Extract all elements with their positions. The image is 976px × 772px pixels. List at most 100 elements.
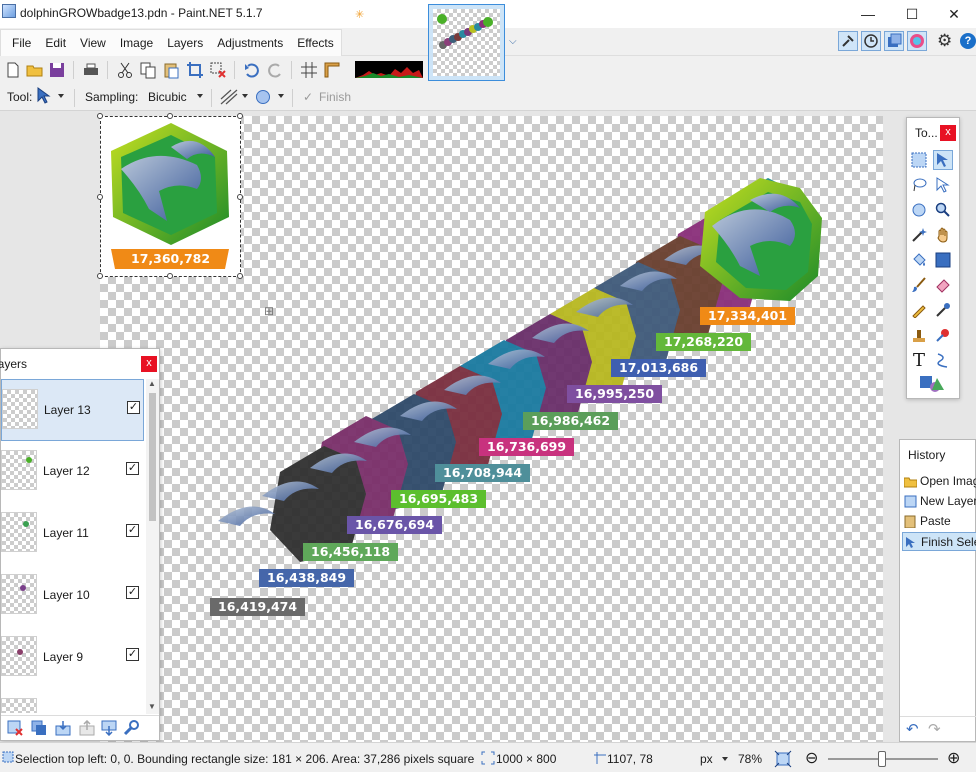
pencil-tool-icon[interactable] bbox=[909, 300, 929, 320]
zoom-slider-handle[interactable] bbox=[878, 751, 886, 767]
paintbrush-tool-icon[interactable] bbox=[909, 275, 929, 295]
layer-row[interactable]: Layer 9 ✓ bbox=[1, 627, 144, 689]
zoom-to-window-icon[interactable] bbox=[774, 750, 792, 768]
zoom-out-icon[interactable]: ⊖ bbox=[805, 748, 818, 768]
resize-handle[interactable] bbox=[167, 113, 173, 119]
antialiasing-icon[interactable] bbox=[220, 89, 238, 105]
minimize-button[interactable]: — bbox=[846, 0, 890, 28]
line-curve-tool-icon[interactable] bbox=[933, 350, 953, 370]
layers-window-toggle[interactable] bbox=[884, 31, 904, 51]
ellipse-select-tool-icon[interactable] bbox=[909, 200, 929, 220]
cut-icon[interactable] bbox=[116, 61, 134, 79]
zoom-tool-icon[interactable] bbox=[933, 200, 953, 220]
move-layer-up-icon[interactable] bbox=[79, 720, 95, 736]
resize-handle[interactable] bbox=[237, 194, 243, 200]
image-tab[interactable] bbox=[428, 4, 505, 81]
resize-handle[interactable] bbox=[97, 273, 103, 279]
duplicate-layer-icon[interactable] bbox=[31, 720, 47, 736]
layer-row[interactable] bbox=[1, 689, 144, 713]
close-window-button[interactable]: ✕ bbox=[932, 0, 976, 28]
zoom-value[interactable]: 78% bbox=[738, 752, 762, 766]
move-selection-tool-icon[interactable] bbox=[36, 87, 52, 105]
print-icon[interactable] bbox=[82, 61, 100, 79]
merge-layer-down-icon[interactable] bbox=[55, 720, 71, 736]
layer-row[interactable]: Layer 13 ✓ bbox=[1, 379, 144, 441]
recolor-tool-icon[interactable] bbox=[933, 325, 953, 345]
history-item[interactable]: New Layer bbox=[902, 492, 976, 511]
history-window-toggle[interactable] bbox=[861, 31, 881, 51]
resize-handle[interactable] bbox=[97, 194, 103, 200]
menu-file[interactable]: File bbox=[5, 36, 38, 50]
redo-icon[interactable] bbox=[266, 61, 284, 79]
layer-visibility-checkbox[interactable]: ✓ bbox=[127, 401, 140, 414]
history-item[interactable]: Open Image bbox=[902, 472, 976, 491]
layer-visibility-checkbox[interactable]: ✓ bbox=[126, 648, 139, 661]
chevron-down-icon[interactable] bbox=[58, 94, 64, 98]
magic-wand-tool-icon[interactable] bbox=[909, 225, 929, 245]
paste-icon[interactable] bbox=[162, 61, 180, 79]
delete-layer-icon[interactable] bbox=[7, 720, 23, 736]
chevron-down-icon[interactable] bbox=[242, 94, 248, 98]
move-selection-tool-icon[interactable] bbox=[933, 150, 953, 170]
color-picker-tool-icon[interactable] bbox=[933, 300, 953, 320]
shapes-tool-icon[interactable] bbox=[917, 374, 947, 394]
lasso-select-tool-icon[interactable] bbox=[909, 175, 929, 195]
layer-visibility-checkbox[interactable]: ✓ bbox=[126, 524, 139, 537]
save-icon[interactable] bbox=[48, 61, 66, 79]
ruler-icon[interactable] bbox=[323, 61, 341, 79]
layer-visibility-checkbox[interactable]: ✓ bbox=[126, 586, 139, 599]
layer-row[interactable]: Layer 11 ✓ bbox=[1, 503, 144, 565]
paint-bucket-tool-icon[interactable] bbox=[909, 250, 929, 270]
menu-image[interactable]: Image bbox=[113, 36, 160, 50]
menu-view[interactable]: View bbox=[73, 36, 113, 50]
menu-layers[interactable]: Layers bbox=[160, 36, 210, 50]
layer-row[interactable]: Layer 10 ✓ bbox=[1, 565, 144, 627]
pan-tool-icon[interactable] bbox=[933, 225, 953, 245]
menu-adjustments[interactable]: Adjustments bbox=[210, 36, 290, 50]
zoom-in-icon[interactable]: ⊕ bbox=[947, 748, 960, 768]
grid-icon[interactable] bbox=[300, 61, 318, 79]
sampling-select[interactable]: Bicubic bbox=[148, 90, 187, 104]
colors-window-toggle[interactable] bbox=[907, 31, 927, 51]
history-item-selected[interactable]: Finish Selection bbox=[902, 532, 976, 551]
menu-effects[interactable]: Effects bbox=[290, 36, 340, 50]
chevron-down-icon[interactable] bbox=[197, 94, 203, 98]
pasted-selection[interactable]: 17,360,782 bbox=[97, 113, 243, 279]
selection-mode-icon[interactable] bbox=[255, 89, 272, 105]
crop-icon[interactable] bbox=[186, 61, 204, 79]
undo-icon[interactable] bbox=[243, 61, 261, 79]
chevron-up-icon[interactable]: ▲ bbox=[148, 379, 156, 388]
gear-icon[interactable]: ⚙ bbox=[937, 31, 952, 51]
layers-scroll-thumb[interactable] bbox=[149, 393, 156, 521]
undo-icon[interactable]: ↶ bbox=[906, 720, 919, 738]
clone-stamp-tool-icon[interactable] bbox=[909, 325, 929, 345]
layers-close-button[interactable]: x bbox=[141, 356, 157, 372]
units-select[interactable]: px bbox=[700, 752, 713, 766]
resize-handle[interactable] bbox=[237, 273, 243, 279]
eraser-tool-icon[interactable] bbox=[933, 275, 953, 295]
move-selected-tool-icon[interactable] bbox=[933, 175, 953, 195]
resize-handle[interactable] bbox=[237, 113, 243, 119]
new-file-icon[interactable] bbox=[4, 61, 22, 79]
history-item[interactable]: Paste bbox=[902, 512, 976, 531]
chevron-down-icon[interactable]: ▼ bbox=[148, 702, 156, 711]
resize-handle[interactable] bbox=[167, 273, 173, 279]
layer-row[interactable]: Layer 12 ✓ bbox=[1, 441, 144, 503]
maximize-button[interactable]: ☐ bbox=[890, 0, 934, 28]
finish-button[interactable]: Finish bbox=[319, 90, 351, 104]
text-tool-icon[interactable]: T bbox=[909, 350, 929, 371]
chevron-down-icon[interactable]: ⌵ bbox=[509, 36, 517, 47]
copy-icon[interactable] bbox=[139, 61, 157, 79]
redo-icon[interactable]: ↷ bbox=[928, 720, 941, 738]
tools-window-toggle[interactable] bbox=[838, 31, 858, 51]
gradient-tool-icon[interactable] bbox=[933, 250, 953, 270]
help-icon[interactable]: ? bbox=[960, 33, 976, 49]
open-folder-icon[interactable] bbox=[26, 61, 44, 79]
layer-visibility-checkbox[interactable]: ✓ bbox=[126, 462, 139, 475]
layers-scrollbar[interactable]: ▲ ▼ bbox=[146, 379, 159, 714]
deselect-icon[interactable] bbox=[209, 61, 227, 79]
chevron-down-icon[interactable] bbox=[278, 94, 284, 98]
chevron-down-icon[interactable] bbox=[722, 757, 728, 761]
move-layer-down-icon[interactable] bbox=[101, 720, 117, 736]
tools-close-button[interactable]: x bbox=[940, 125, 956, 141]
